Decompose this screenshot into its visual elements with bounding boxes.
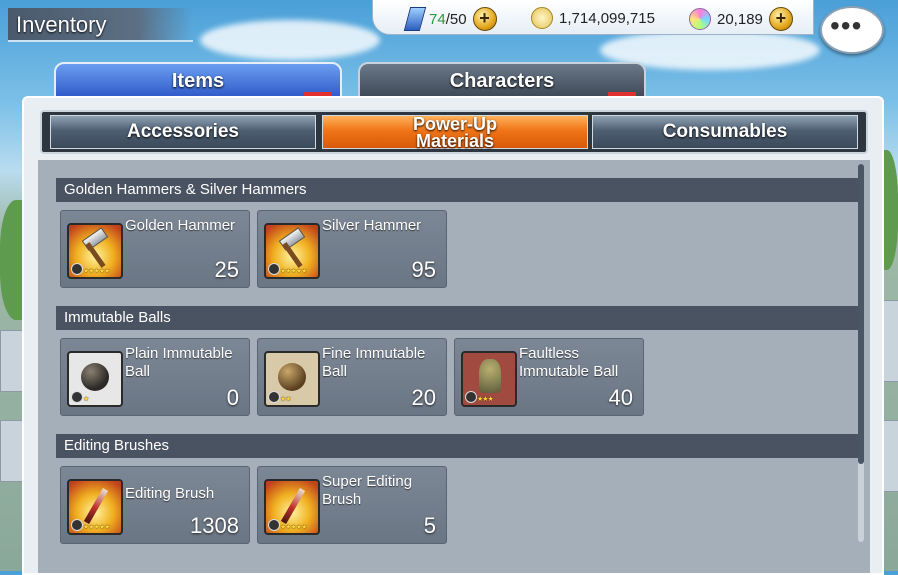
list-scrollbar[interactable] [858, 164, 864, 542]
screen-title: Inventory [16, 12, 107, 37]
stamina-display: 74/50 + [403, 7, 497, 31]
fine-immutable-ball-icon: ★★ [264, 351, 320, 407]
item-count: 0 [226, 385, 239, 410]
item-count: 25 [214, 257, 239, 282]
rarity-stars: ★★ [280, 396, 292, 403]
gem-amount: 20,189 [717, 10, 763, 28]
rarity-stars: ★★★ [477, 396, 494, 403]
subtab-accessories[interactable]: Accessories [50, 115, 316, 149]
item-count: 20 [411, 385, 436, 410]
stamina-current: 74 [429, 10, 446, 28]
coin-amount: 1,714,099,715 [559, 9, 655, 27]
editing-brush-icon: ★★★★★ [67, 479, 123, 535]
rarity-stars: ★★★★★ [280, 524, 307, 531]
section-header-editing-brushes: Editing Brushes [56, 434, 858, 458]
rarity-stars: ★★★★★ [83, 268, 110, 275]
materials-list: Golden Hammers & Silver Hammers ★★★★★ Go… [38, 160, 870, 573]
item-count: 5 [423, 513, 436, 538]
item-card-faultless-immutable-ball[interactable]: ★★★ Faultless Immutable Ball 40 [454, 338, 644, 416]
item-card-fine-immutable-ball[interactable]: ★★ Fine Immutable Ball 20 [257, 338, 447, 416]
gem-icon [689, 8, 711, 30]
rarity-stars: ★ [83, 396, 89, 403]
item-name: Super Editing Brush [322, 473, 413, 508]
item-name: Faultless Immutable Ball [519, 345, 619, 380]
silver-hammer-icon: ★★★★★ [264, 223, 320, 279]
chat-button[interactable]: ••• [820, 6, 884, 54]
item-name: Plain Immutable Ball [125, 345, 233, 380]
subtab-consumables[interactable]: Consumables [592, 115, 858, 149]
ellipsis-icon: ••• [830, 10, 863, 41]
stamina-max: /50 [445, 10, 467, 28]
subtab-power-up-materials[interactable]: Power-Up Materials [322, 115, 588, 151]
faultless-immutable-ball-icon: ★★★ [461, 351, 517, 407]
section-header-immutable-balls: Immutable Balls [56, 306, 858, 330]
item-card-golden-hammer[interactable]: ★★★★★ Golden Hammer 25 [60, 210, 250, 288]
rarity-stars: ★★★★★ [83, 524, 110, 531]
resource-bar: 74/50 + 1,714,099,715 20,189 + [372, 0, 814, 35]
coin-icon [531, 7, 553, 29]
plain-immutable-ball-icon: ★ [67, 351, 123, 407]
item-name: Silver Hammer [322, 217, 422, 234]
item-card-editing-brush[interactable]: ★★★★★ Editing Brush 1308 [60, 466, 250, 544]
add-stamina-button[interactable]: + [472, 7, 497, 31]
subtab-power-up-line2: Materials [415, 131, 495, 151]
tab-items[interactable]: Items [54, 62, 342, 100]
add-gems-button[interactable]: + [768, 7, 793, 31]
inventory-panel: Accessories Power-Up Materials Consumabl… [22, 96, 884, 575]
stamina-icon [403, 7, 427, 31]
item-count: 40 [608, 385, 633, 410]
item-count: 1308 [190, 513, 239, 538]
item-name: Fine Immutable Ball [322, 345, 426, 380]
golden-hammer-icon: ★★★★★ [67, 223, 123, 279]
rarity-stars: ★★★★★ [280, 268, 307, 275]
item-card-silver-hammer[interactable]: ★★★★★ Silver Hammer 95 [257, 210, 447, 288]
item-card-plain-immutable-ball[interactable]: ★ Plain Immutable Ball 0 [60, 338, 250, 416]
gem-display: 20,189 + [689, 7, 793, 31]
item-name: Golden Hammer [125, 217, 236, 234]
section-header-hammers: Golden Hammers & Silver Hammers [56, 178, 858, 202]
item-card-super-editing-brush[interactable]: ★★★★★ Super Editing Brush 5 [257, 466, 447, 544]
subtab-bar: Accessories Power-Up Materials Consumabl… [40, 110, 868, 154]
item-count: 95 [411, 257, 436, 282]
tab-characters[interactable]: Characters [358, 62, 646, 100]
item-name: Editing Brush [125, 485, 215, 502]
super-editing-brush-icon: ★★★★★ [264, 479, 320, 535]
coin-display: 1,714,099,715 [531, 7, 655, 29]
screen-title-bar: Inventory [8, 8, 193, 42]
